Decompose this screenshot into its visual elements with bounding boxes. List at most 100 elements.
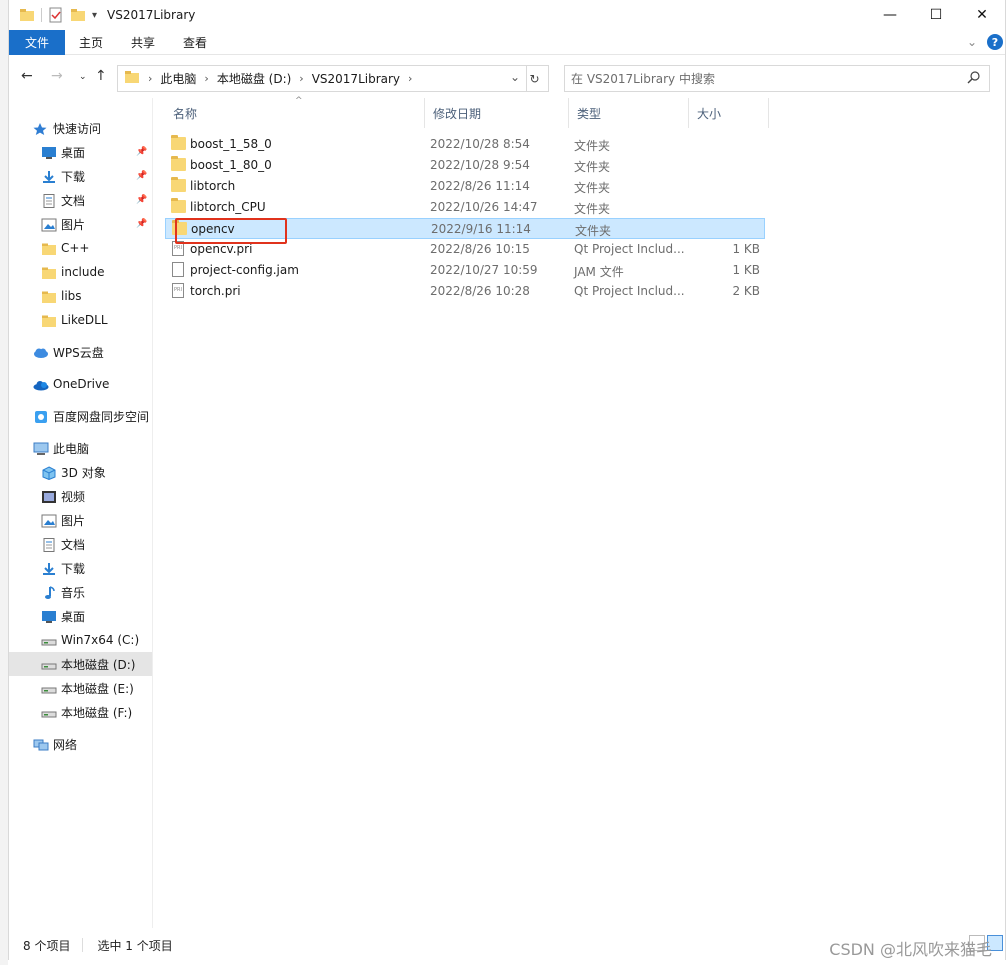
navigation-pane: 快速访问 桌面 📌 下载 📌 文档 📌 图片 📌 C++ include libs LikeDLL WPS… [9,98,152,928]
tab-view[interactable]: 查看 [169,30,221,55]
sidebar-item[interactable]: 视频 [9,484,152,508]
sidebar-item[interactable]: 本地磁盘 (E:) [9,676,152,700]
table-row[interactable]: boost_1_58_0 2022/10/28 8:54 文件夹 [165,134,765,155]
tab-home[interactable]: 主页 [65,30,117,55]
table-row[interactable]: boost_1_80_0 2022/10/28 9:54 文件夹 [165,155,765,176]
chevron-right-icon[interactable]: › [299,72,303,85]
sidebar-item[interactable]: 文档 📌 [9,188,152,212]
sidebar-item[interactable]: 网络 [9,732,152,756]
file-date: 2022/8/26 11:14 [430,179,530,193]
column-header-date[interactable]: 修改日期 [425,98,569,128]
sidebar-item[interactable]: 3D 对象 [9,460,152,484]
breadcrumb-vs2017library[interactable]: VS2017Library [312,72,400,86]
desktop-icon [41,610,56,623]
folder-icon [171,135,186,150]
file-type: 文件夹 [574,139,611,153]
chevron-right-icon[interactable]: › [204,72,208,85]
sidebar-item[interactable]: Win7x64 (C:) [9,628,152,652]
sidebar-item[interactable]: 音乐 [9,580,152,604]
desktop-icon [41,146,56,159]
drive-icon [41,706,57,718]
toolbar-divider [41,8,42,22]
sidebar-item[interactable]: 本地磁盘 (D:) [9,652,152,676]
folder-icon [41,266,56,279]
search-input[interactable]: 在 VS2017Library 中搜索 [564,65,990,92]
customize-toolbar-icon[interactable]: ▾ [92,10,97,21]
sidebar-item-label: C++ [61,241,90,255]
file-name: libtorch [190,179,236,193]
pin-icon[interactable]: 📌 [136,219,147,229]
sidebar-item[interactable]: LikeDLL [9,308,152,332]
drive-icon [41,634,57,646]
network-icon [33,738,49,751]
sidebar-item[interactable]: 图片 [9,508,152,532]
sidebar-item-label: 文档 [61,193,86,208]
music-icon [41,586,55,599]
folder-icon [19,7,35,23]
breadcrumb-drive-d[interactable]: 本地磁盘 (D:) [217,70,291,87]
sidebar-item[interactable]: WPS云盘 [9,340,152,364]
explorer-window: ▾ VS2017Library — ☐ ✕ 文件 主页 共享 查看 ⌄ ? ← … [8,0,1006,960]
sidebar-item-label: Win7x64 (C:) [61,633,140,647]
recent-chevron-icon[interactable]: ⌄ [79,72,87,82]
chevron-right-icon[interactable]: › [148,72,152,85]
sidebar-item[interactable]: 快速访问 [9,116,152,140]
picture-icon [41,218,57,232]
help-icon[interactable]: ? [987,34,1003,50]
column-header-size[interactable]: 大小 [689,98,769,128]
sidebar-item[interactable]: 桌面 [9,604,152,628]
expand-ribbon-icon[interactable]: ⌄ [967,35,977,49]
sidebar-item[interactable]: 此电脑 [9,436,152,460]
properties-icon[interactable] [48,7,64,23]
new-folder-icon[interactable] [70,7,86,23]
watermark: CSDN @北风吹来猫毛 [829,940,992,959]
address-dropdown-icon[interactable]: ⌄ [510,70,520,84]
tab-share[interactable]: 共享 [117,30,169,55]
up-arrow-icon[interactable]: ↑ [95,68,107,84]
close-button[interactable]: ✕ [959,0,1005,30]
pin-icon[interactable]: 📌 [136,195,147,205]
table-row[interactable]: project-config.jam 2022/10/27 10:59 JAM 文件… [165,260,765,281]
sidebar-item[interactable]: 桌面 📌 [9,140,152,164]
pin-icon[interactable]: 📌 [136,171,147,181]
sidebar-item-label: 本地磁盘 (D:) [61,657,136,672]
sidebar-item-label: 桌面 [61,145,86,160]
maximize-button[interactable]: ☐ [913,0,959,30]
folder-icon [41,242,56,255]
pin-icon[interactable]: 📌 [136,147,147,157]
sidebar-item[interactable]: include [9,260,152,284]
sidebar-item[interactable]: 本地磁盘 (F:) [9,700,152,724]
sidebar-item[interactable]: 下载 📌 [9,164,152,188]
sidebar-item-label: LikeDLL [61,313,108,327]
column-header-type[interactable]: 类型 [569,98,689,128]
column-header-name[interactable]: 名称 [165,98,425,128]
chevron-right-icon[interactable]: › [408,72,412,85]
minimize-button[interactable]: — [867,0,913,30]
table-row[interactable]: libtorch_CPU 2022/10/26 14:47 文件夹 [165,197,765,218]
file-name: opencv.pri [190,242,253,256]
sidebar-item[interactable]: 百度网盘同步空间 [9,404,152,428]
onedrive-icon [33,378,49,391]
back-arrow-icon[interactable]: ← [21,68,33,84]
background-edge [0,0,8,965]
drive-icon [41,682,57,694]
file-type: 文件夹 [574,202,611,216]
forward-arrow-icon[interactable]: → [51,68,63,84]
refresh-button[interactable]: ↻ [521,65,549,92]
sidebar-item[interactable]: 下载 [9,556,152,580]
tab-file[interactable]: 文件 [9,29,65,55]
file-type: 文件夹 [574,181,611,195]
sidebar-item[interactable]: OneDrive [9,372,152,396]
sidebar-item[interactable]: libs [9,284,152,308]
breadcrumb-this-pc[interactable]: 此电脑 [160,70,196,87]
item-count: 8 个项目 [23,938,71,953]
file-date: 2022/10/27 10:59 [430,263,538,277]
table-row[interactable]: PRI torch.pri 2022/8/26 10:28 Qt Project In… [165,281,765,302]
sidebar-item-label: 快速访问 [53,121,102,136]
sidebar-item[interactable]: 文档 [9,532,152,556]
file-type: JAM 文件 [574,265,624,279]
sidebar-item[interactable]: 图片 📌 [9,212,152,236]
sidebar-item[interactable]: C++ [9,236,152,260]
table-row[interactable]: libtorch 2022/8/26 11:14 文件夹 [165,176,765,197]
address-bar[interactable]: › 此电脑 › 本地磁盘 (D:) › VS2017Library › ⌄ [117,65,527,92]
